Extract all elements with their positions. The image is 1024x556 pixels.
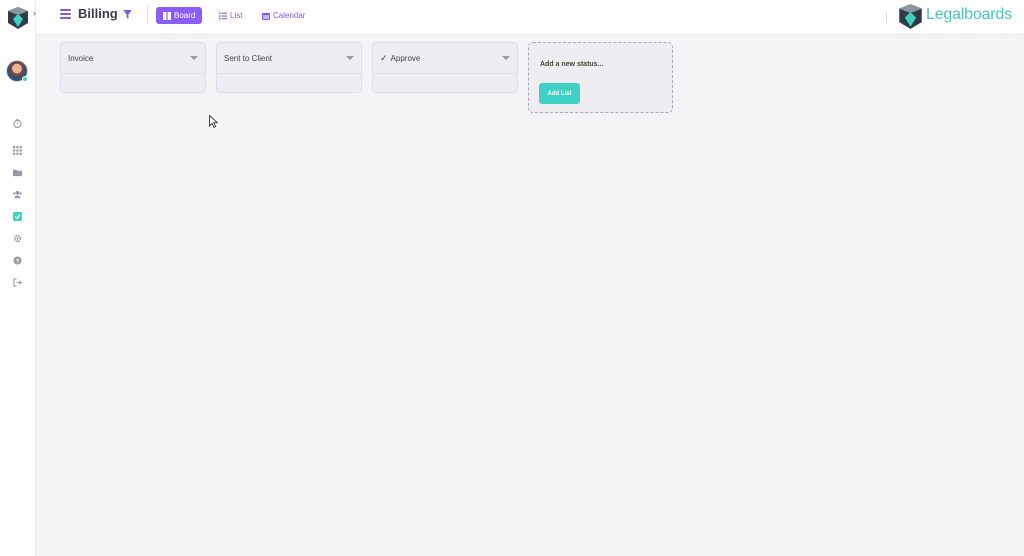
board-view-label: Board [174,11,196,20]
list-view-button[interactable]: List [212,7,249,24]
board-view-button[interactable]: Board [156,7,203,24]
brand-divider [886,12,887,22]
add-list-button[interactable]: Add List [539,83,580,104]
column-header[interactable]: ✓ Approve [373,43,517,74]
menu-icon[interactable] [60,9,71,19]
timer-icon[interactable] [12,118,22,128]
tasks-icon[interactable] [12,211,22,221]
add-status-panel: Add a new status... Add List [528,42,673,113]
column-title: Approve [390,53,421,63]
logout-icon[interactable] [12,277,22,287]
settings-icon[interactable] [12,233,22,243]
list-icon [219,12,227,19]
checkmark-icon: ✓ [380,52,388,63]
calendar-icon [262,12,270,20]
online-status-dot [22,76,28,82]
board-column-approve[interactable]: ✓ Approve [372,42,518,93]
calendar-view-label: Calendar [273,11,306,20]
column-title: Sent to Client [224,53,273,63]
team-icon[interactable] [12,189,22,199]
help-icon[interactable]: ? [12,255,22,265]
column-header[interactable]: Invoice [61,43,205,74]
calendar-view-button[interactable]: Calendar [255,7,312,24]
app: › ? Billing Board List Calendar Legalboa… [0,0,1024,556]
caret-down-icon[interactable] [502,56,510,60]
mouse-cursor-icon [209,115,218,128]
board-column-invoice[interactable]: Invoice [60,42,206,93]
list-view-label: List [230,11,243,20]
brand-name: Legalboards [926,6,1012,23]
app-logo-icon[interactable] [6,6,30,30]
board-icon [163,11,171,20]
legalboards-logo-icon [899,4,922,29]
filter-icon[interactable] [123,10,132,19]
caret-down-icon[interactable] [190,56,198,60]
page-title: Billing [78,6,118,21]
apps-icon[interactable] [12,145,22,155]
caret-down-icon[interactable] [346,56,354,60]
folder-icon[interactable] [12,167,22,177]
column-title: Invoice [68,53,94,63]
column-header[interactable]: Sent to Client [217,43,361,74]
svg-text:?: ? [15,258,19,264]
board-column-sent-to-client[interactable]: Sent to Client [216,42,362,93]
sidebar: › ? [0,0,36,556]
top-bar: Billing Board List Calendar Legalboards [36,0,1024,35]
new-status-input[interactable]: Add a new status... [540,61,603,68]
header-divider [147,5,148,25]
